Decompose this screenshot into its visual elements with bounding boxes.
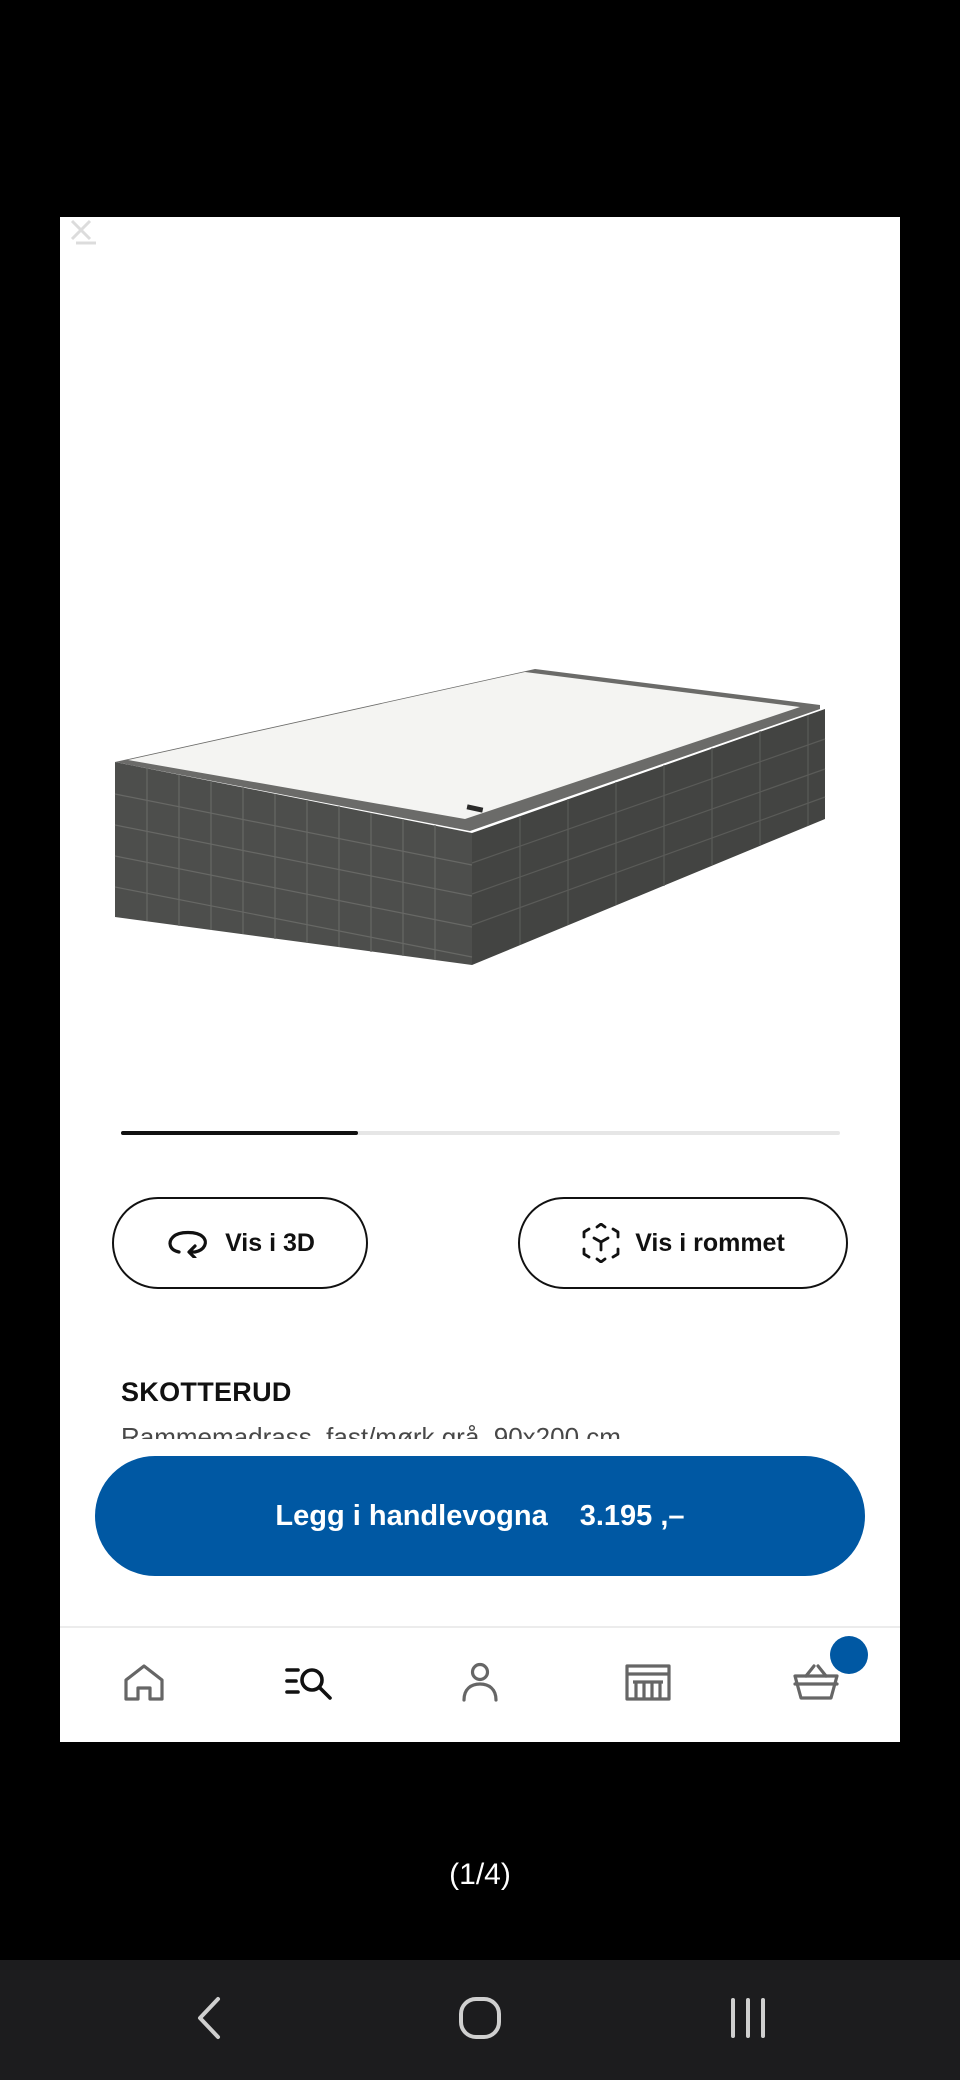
product-description: Rammemadrass, fast/mørk grå, 90x200 cm: [121, 1422, 621, 1439]
image-page-counter: (1/4): [449, 1858, 511, 1891]
close-icon[interactable]: [66, 217, 106, 247]
home-icon: [122, 1662, 166, 1707]
ar-cube-icon: [581, 1223, 621, 1263]
store-icon: [624, 1662, 672, 1707]
nav-store[interactable]: [622, 1658, 674, 1710]
product-image[interactable]: [100, 597, 880, 997]
view-in-3d-button[interactable]: Vis i 3D: [112, 1197, 368, 1289]
bottom-navigation: [60, 1626, 900, 1742]
recents-icon: [725, 1995, 771, 2046]
image-viewer: Vis i 3D Vis i rommet SKOTTERUD Rammemad…: [0, 0, 960, 2080]
rotate-3d-icon: [165, 1228, 211, 1258]
cart-badge: [830, 1636, 868, 1674]
home-circle-icon: [455, 1993, 505, 2048]
profile-icon: [460, 1661, 500, 1708]
view-in-3d-label: Vis i 3D: [225, 1228, 315, 1257]
product-name[interactable]: SKOTTERUD: [121, 1377, 292, 1408]
add-to-cart-button[interactable]: Legg i handlevogna 3.195 ,–: [95, 1456, 865, 1576]
system-navigation-bar: [0, 1960, 960, 2080]
nav-search[interactable]: [284, 1658, 336, 1710]
add-to-cart-label: Legg i handlevogna: [275, 1499, 548, 1532]
system-recents-button[interactable]: [718, 1990, 778, 2050]
system-home-button[interactable]: [450, 1990, 510, 2050]
cart-icon: [792, 1662, 840, 1707]
nav-home[interactable]: [118, 1658, 170, 1710]
search-icon: [284, 1662, 336, 1707]
image-progress-fill: [121, 1131, 359, 1135]
back-chevron-icon: [190, 1993, 230, 2048]
nav-profile[interactable]: [454, 1658, 506, 1710]
view-in-room-label: Vis i rommet: [635, 1228, 785, 1257]
system-back-button[interactable]: [180, 1990, 240, 2050]
app-screenshot: Vis i 3D Vis i rommet SKOTTERUD Rammemad…: [60, 217, 900, 1742]
image-progress-bar: [121, 1131, 840, 1135]
view-in-room-button[interactable]: Vis i rommet: [518, 1197, 848, 1289]
product-price: 3.195 ,–: [579, 1499, 685, 1532]
